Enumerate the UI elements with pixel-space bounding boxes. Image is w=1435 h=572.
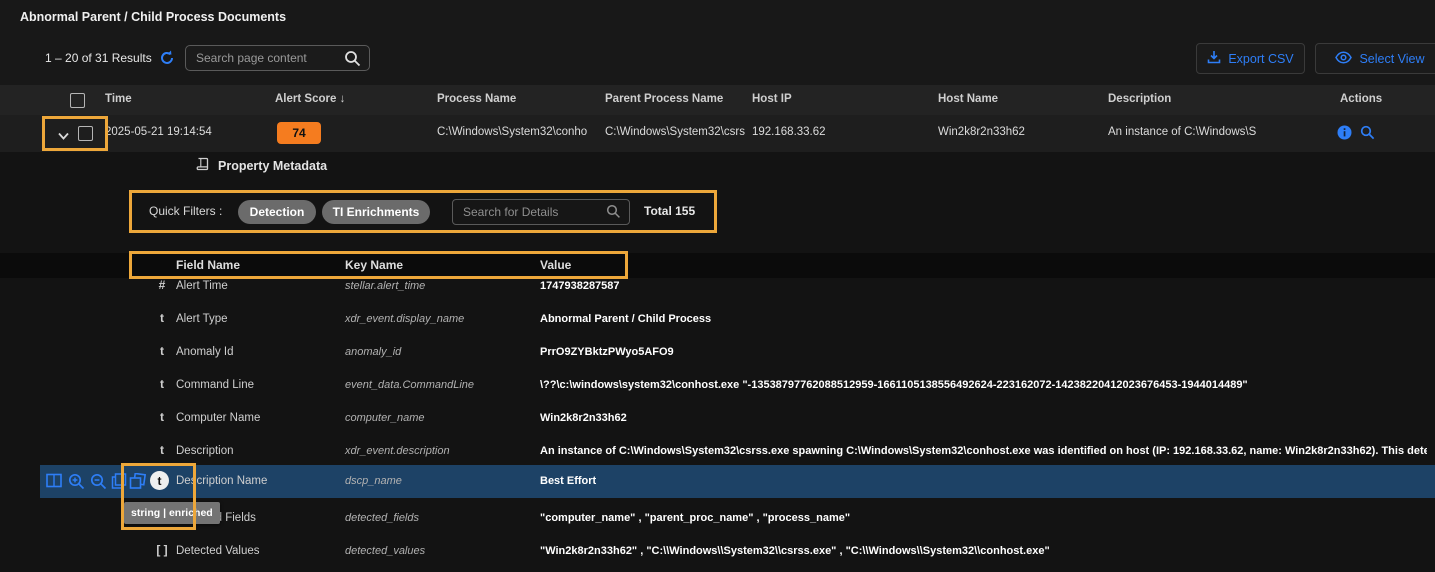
number-type-icon: # [153, 278, 171, 292]
select-all-checkbox[interactable] [70, 93, 85, 108]
field-name: Alert Type [176, 313, 228, 325]
page-title: Abnormal Parent / Child Process Document… [20, 10, 286, 24]
field-name: Detected Values [176, 545, 260, 557]
text-type-icon: t [153, 377, 171, 391]
table-columns-icon[interactable] [46, 473, 63, 490]
key-name: stellar.alert_time [345, 280, 425, 292]
metadata-row-computer-name[interactable]: t Computer Name computer_name Win2k8r2n3… [0, 402, 1435, 435]
metadata-row-alert-time[interactable]: # Alert Time stellar.alert_time 17479382… [0, 270, 1435, 303]
zoom-in-icon[interactable] [68, 473, 85, 490]
search-input[interactable] [185, 45, 370, 71]
text-type-icon: t [153, 344, 171, 358]
field-value: "computer_name" , "parent_proc_name" , "… [540, 512, 1427, 524]
key-name: event_data.CommandLine [345, 379, 474, 391]
col-header-host-name[interactable]: Host Name [938, 93, 998, 105]
cell-time: 2025-05-21 19:14:54 [105, 126, 212, 138]
field-name: Command Line [176, 379, 254, 391]
col-header-time[interactable]: Time [105, 93, 132, 105]
col-header-host-ip[interactable]: Host IP [752, 93, 792, 105]
copy-icon[interactable] [111, 473, 128, 490]
col-header-actions: Actions [1340, 93, 1382, 105]
alert-score-badge: 74 [277, 122, 321, 144]
results-table-header: Time Alert Score ↓ Process Name Parent P… [0, 85, 1435, 115]
array-type-icon: [ ] [153, 543, 171, 557]
col-header-process-name[interactable]: Process Name [437, 93, 516, 105]
enriched-text-type-icon: t [150, 471, 169, 490]
field-name: Anomaly Id [176, 346, 234, 358]
key-name: anomaly_id [345, 346, 401, 358]
quick-filters-label: Quick Filters : [149, 204, 222, 218]
cell-parent-process-name: C:\Windows\System32\csrss.e [605, 126, 745, 138]
eye-icon [1335, 51, 1352, 67]
metadata-row-description-name[interactable]: t Description Name dscp_name Best Effort [0, 465, 1435, 498]
field-name: Description [176, 445, 234, 457]
col-header-description[interactable]: Description [1108, 93, 1171, 105]
filter-ti-enrichments-button[interactable]: TI Enrichments [322, 200, 430, 224]
field-value: "Win2k8r2n33h62" , "C:\\Windows\\System3… [540, 545, 1427, 557]
key-name: xdr_event.description [345, 445, 450, 457]
text-type-icon: t [153, 311, 171, 325]
zoom-out-icon[interactable] [90, 473, 107, 490]
metadata-row-anomaly-id[interactable]: t Anomaly Id anomaly_id PrrO9ZYBktzPWyo5… [0, 336, 1435, 369]
results-summary: 1 – 20 of 31 Results [45, 51, 152, 65]
key-name: detected_fields [345, 512, 419, 524]
key-name: detected_values [345, 545, 425, 557]
type-tooltip: string | enriched [124, 502, 220, 524]
row-checkbox[interactable] [78, 126, 93, 141]
select-view-label: Select View [1359, 52, 1424, 66]
cell-host-name: Win2k8r2n33h62 [938, 126, 1025, 138]
info-icon[interactable] [1337, 125, 1352, 140]
field-name: Alert Time [176, 280, 228, 292]
key-name: xdr_event.display_name [345, 313, 464, 325]
app-screen: Abnormal Parent / Child Process Document… [0, 0, 1435, 572]
row-search-icon[interactable] [1360, 125, 1375, 140]
refresh-icon[interactable] [158, 49, 176, 67]
field-value: 1747938287587 [540, 280, 1427, 292]
metadata-row-command-line[interactable]: t Command Line event_data.CommandLine \?… [0, 369, 1435, 402]
export-csv-label: Export CSV [1228, 52, 1293, 66]
book-icon [196, 157, 210, 174]
field-value: PrrO9ZYBktzPWyo5AFO9 [540, 346, 1427, 358]
download-icon [1207, 50, 1221, 67]
metadata-row-description[interactable]: t Description xdr_event.description An i… [0, 435, 1435, 468]
field-value: \??\c:\windows\system32\conhost.exe "-13… [540, 379, 1427, 391]
table-row[interactable]: 2025-05-21 19:14:54 74 C:\Windows\System… [0, 115, 1435, 153]
cell-process-name: C:\Windows\System32\conho [437, 126, 597, 138]
chevron-down-icon[interactable] [57, 128, 70, 138]
col-header-alert-score-label: Alert Score [275, 93, 336, 105]
col-header-alert-score[interactable]: Alert Score ↓ [275, 93, 345, 105]
property-metadata-title: Property Metadata [196, 157, 327, 174]
col-header-parent-process-name[interactable]: Parent Process Name [605, 93, 723, 105]
cell-description: An instance of C:\Windows\S [1108, 126, 1298, 138]
select-view-button[interactable]: Select View [1315, 43, 1435, 74]
export-csv-button[interactable]: Export CSV [1196, 43, 1305, 74]
field-value: Best Effort [540, 475, 1427, 487]
metadata-row-alert-type[interactable]: t Alert Type xdr_event.display_name Abno… [0, 303, 1435, 336]
key-name: computer_name [345, 412, 425, 424]
sort-desc-icon: ↓ [340, 93, 346, 105]
cell-host-ip: 192.168.33.62 [752, 126, 826, 138]
text-type-icon: t [153, 410, 171, 424]
field-name: Computer Name [176, 412, 260, 424]
total-count: Total 155 [644, 204, 695, 218]
key-name: dscp_name [345, 475, 402, 487]
property-metadata-label: Property Metadata [218, 159, 327, 173]
duplicate-icon[interactable] [129, 473, 146, 490]
text-type-icon: t [153, 443, 171, 457]
field-name: Description Name [176, 475, 267, 487]
metadata-row-detected-values[interactable]: [ ] Detected Values detected_values "Win… [0, 535, 1435, 568]
filter-detection-button[interactable]: Detection [238, 200, 316, 224]
field-value: An instance of C:\Windows\System32\csrss… [540, 445, 1427, 457]
search-details-input[interactable] [452, 199, 630, 225]
details-search-icon [606, 204, 621, 219]
field-value: Win2k8r2n33h62 [540, 412, 1427, 424]
search-icon [344, 50, 361, 67]
field-value: Abnormal Parent / Child Process [540, 313, 1427, 325]
